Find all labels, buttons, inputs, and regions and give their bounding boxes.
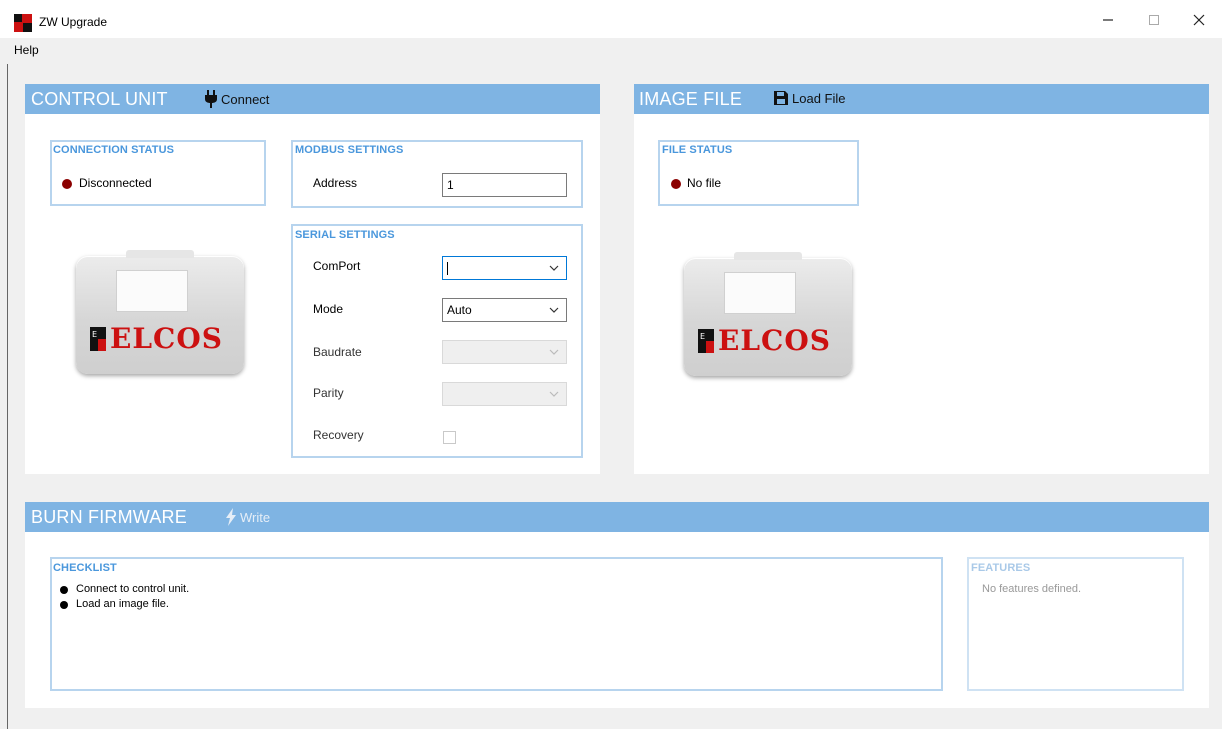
device-brand: ELCOS	[110, 322, 223, 355]
address-label: Address	[313, 176, 358, 190]
file-status-title: FILE STATUS	[662, 144, 733, 156]
chevron-down-icon	[549, 307, 559, 313]
plug-icon	[205, 90, 217, 108]
comport-select[interactable]	[442, 256, 567, 280]
svg-text:E: E	[700, 332, 705, 341]
close-icon	[1193, 14, 1205, 26]
file-status-indicator	[671, 179, 681, 189]
connection-status-value: Disconnected	[79, 176, 152, 190]
load-file-button[interactable]: Load File	[773, 90, 845, 106]
checklist-group	[50, 557, 943, 691]
maximize-icon	[1149, 15, 1159, 25]
checklist-bullet	[60, 586, 68, 594]
close-button[interactable]	[1176, 6, 1222, 34]
title-bar	[0, 0, 1222, 38]
window-title: ZW Upgrade	[39, 15, 108, 29]
minimize-button[interactable]	[1085, 6, 1131, 34]
lightning-icon	[226, 508, 236, 526]
recovery-label: Recovery	[313, 428, 364, 442]
menu-bar	[0, 38, 1222, 64]
load-file-label: Load File	[792, 90, 846, 106]
checklist-item: Connect to control unit.	[76, 583, 190, 595]
window-border	[7, 64, 8, 729]
serial-settings-title: SERIAL SETTINGS	[295, 229, 395, 241]
burn-firmware-header	[25, 502, 1209, 532]
checklist-bullet	[60, 601, 68, 609]
image-file-title: IMAGE FILE	[639, 89, 743, 109]
features-title: FEATURES	[971, 562, 1031, 574]
comport-label: ComPort	[313, 259, 361, 273]
burn-firmware-title: BURN FIRMWARE	[31, 507, 187, 527]
app-icon	[14, 14, 32, 32]
minimize-icon	[1103, 19, 1113, 21]
checklist-item: Load an image file.	[76, 598, 169, 610]
floppy-disk-icon	[774, 91, 788, 105]
control-unit-device-image: E ELCOS	[76, 250, 244, 374]
elcos-logo-icon: E	[698, 328, 714, 353]
address-input[interactable]: 1	[442, 173, 567, 197]
elcos-logo-icon: E	[90, 326, 106, 351]
connection-status-indicator	[62, 179, 72, 189]
image-file-device-image: E ELCOS	[684, 252, 852, 376]
checklist-title: CHECKLIST	[53, 562, 117, 574]
device-screen	[116, 270, 188, 312]
mode-select[interactable]: Auto	[442, 298, 567, 322]
write-button[interactable]: Write	[225, 508, 270, 526]
parity-label: Parity	[313, 386, 344, 400]
recovery-checkbox[interactable]	[443, 431, 456, 444]
maximize-button[interactable]	[1131, 6, 1177, 34]
mode-value: Auto	[447, 303, 472, 317]
chevron-down-icon	[549, 349, 559, 355]
baudrate-label: Baudrate	[313, 345, 362, 359]
mode-label: Mode	[313, 302, 344, 316]
menu-help[interactable]: Help	[14, 43, 39, 57]
file-status-value: No file	[687, 176, 722, 190]
baudrate-select[interactable]	[442, 340, 567, 364]
device-screen	[724, 272, 796, 314]
chevron-down-icon	[549, 391, 559, 397]
connection-status-title: CONNECTION STATUS	[53, 144, 175, 156]
connect-button[interactable]: Connect	[204, 90, 269, 108]
control-unit-title: CONTROL UNIT	[31, 89, 168, 109]
parity-select[interactable]	[442, 382, 567, 406]
modbus-settings-title: MODBUS SETTINGS	[295, 144, 404, 156]
features-empty-text: No features defined.	[982, 583, 1082, 595]
chevron-down-icon	[549, 265, 559, 271]
write-label: Write	[240, 509, 271, 525]
text-cursor	[447, 261, 448, 275]
connect-label: Connect	[221, 91, 270, 107]
svg-text:E: E	[92, 330, 97, 339]
device-brand: ELCOS	[718, 324, 831, 357]
features-group	[967, 557, 1184, 691]
